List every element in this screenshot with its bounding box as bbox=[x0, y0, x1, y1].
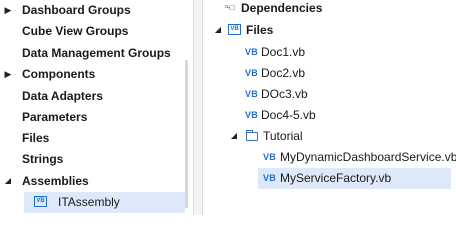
tree-item-cube-view-groups[interactable]: Cube View Groups bbox=[0, 21, 185, 41]
vb-folder-icon: VB bbox=[228, 24, 241, 35]
tree-item-mydynamicdashboardservice[interactable]: VB MyDynamicDashboardService.vb bbox=[203, 147, 456, 167]
expand-arrow-icon[interactable]: ▶ bbox=[3, 64, 13, 84]
tree-item-dependencies[interactable]: ᵒ-□ Dependencies bbox=[215, 0, 451, 18]
vb-file-icon: VB bbox=[245, 47, 258, 57]
tree-item-doc1[interactable]: VB Doc1.vb bbox=[203, 42, 451, 62]
vb-file-icon: VB bbox=[263, 173, 276, 183]
tree-item-tutorial-folder[interactable]: ◢ Tutorial bbox=[203, 126, 451, 146]
vb-file-icon: VB bbox=[263, 152, 276, 162]
tree-item-parameters[interactable]: Parameters bbox=[0, 107, 185, 127]
tree-item-dashboard-groups[interactable]: ▶ Dashboard Groups bbox=[0, 0, 185, 20]
collapse-arrow-icon[interactable]: ◢ bbox=[3, 171, 13, 191]
right-tree-panel: ᵒ-□ Dependencies ◢ VB Files VB Doc1.vb V… bbox=[203, 0, 456, 215]
tree-item-components[interactable]: ▶ Components bbox=[0, 64, 185, 84]
tree-item-doc3[interactable]: VB DOc3.vb bbox=[203, 84, 451, 104]
collapse-arrow-icon[interactable]: ◢ bbox=[229, 126, 239, 146]
tree-item-files[interactable]: Files bbox=[0, 128, 185, 148]
tree-item-strings[interactable]: Strings bbox=[0, 149, 185, 169]
vb-file-icon: VB bbox=[245, 68, 258, 78]
vb-file-icon: VB bbox=[245, 89, 258, 99]
tree-item-doc2[interactable]: VB Doc2.vb bbox=[203, 63, 451, 83]
tree-item-data-management-groups[interactable]: Data Management Groups bbox=[0, 43, 185, 63]
tree-item-itassembly[interactable]: VB ITAssembly bbox=[24, 192, 185, 213]
tree-item-myservicefactory[interactable]: VB MyServiceFactory.vb bbox=[258, 168, 451, 189]
tree-item-files-folder[interactable]: ◢ VB Files bbox=[203, 20, 451, 40]
expand-arrow-icon[interactable]: ▶ bbox=[3, 0, 13, 20]
tree-item-data-adapters[interactable]: Data Adapters bbox=[0, 86, 185, 106]
vb-assembly-icon: VB bbox=[34, 196, 47, 207]
left-tree-panel: ▶ Dashboard Groups Cube View Groups Data… bbox=[0, 0, 193, 215]
vb-file-icon: VB bbox=[245, 110, 258, 120]
panel-splitter[interactable] bbox=[193, 0, 203, 215]
vertical-scrollbar[interactable] bbox=[185, 60, 188, 208]
dependencies-icon: ᵒ-□ bbox=[225, 3, 235, 12]
tree-item-doc4-5[interactable]: VB Doc4-5.vb bbox=[203, 105, 451, 125]
collapse-arrow-icon[interactable]: ◢ bbox=[213, 20, 223, 40]
folder-icon bbox=[246, 130, 258, 141]
tree-item-assemblies[interactable]: ◢ Assemblies bbox=[0, 171, 185, 191]
